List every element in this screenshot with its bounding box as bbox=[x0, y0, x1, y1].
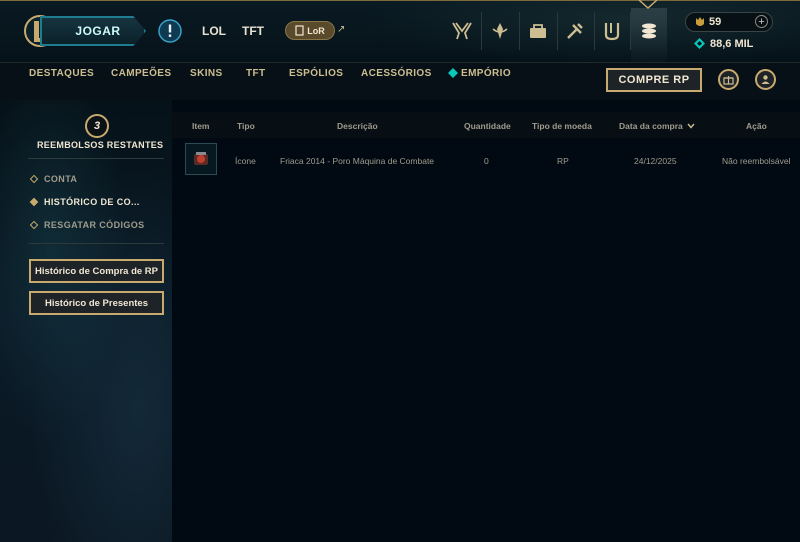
gift-icon bbox=[723, 76, 734, 85]
blue-essence-icon bbox=[694, 38, 705, 49]
diamond-icon bbox=[29, 197, 39, 207]
col-data-compra[interactable]: Data da compra bbox=[619, 121, 695, 131]
col-acao: Ação bbox=[746, 121, 767, 131]
sidebar-item-label: HISTÓRICO DE CO... bbox=[44, 197, 140, 207]
tab-destaques[interactable]: DESTAQUES bbox=[29, 68, 94, 79]
buy-rp-button[interactable]: COMPRE RP bbox=[606, 68, 702, 92]
refund-count: 3 bbox=[85, 114, 109, 138]
emporio-icon bbox=[448, 68, 458, 78]
friend-button[interactable] bbox=[755, 69, 776, 90]
col-quantidade: Quantidade bbox=[464, 121, 511, 131]
tab-skins[interactable]: SKINS bbox=[190, 68, 223, 79]
gift-history-button[interactable]: Histórico de Presentes bbox=[29, 291, 164, 315]
rp-purchase-history-button[interactable]: Histórico de Compra de RP bbox=[29, 259, 164, 283]
diamond-icon bbox=[29, 174, 39, 184]
nav-lol[interactable]: LOL bbox=[202, 24, 226, 38]
collection-icon[interactable] bbox=[520, 13, 556, 49]
profile-icon[interactable] bbox=[594, 13, 630, 49]
sidebar-item-label: CONTA bbox=[44, 174, 78, 184]
cell-moeda: RP bbox=[557, 156, 569, 166]
cell-quantidade: 0 bbox=[484, 156, 489, 166]
blue-essence-balance: 88,6 MIL bbox=[710, 38, 754, 50]
lor-label: LoR bbox=[307, 25, 325, 36]
nav-tft[interactable]: TFT bbox=[242, 24, 264, 38]
sidebar-item-resgatar[interactable]: RESGATAR CÓDIGOS bbox=[29, 220, 145, 230]
clash-icon[interactable] bbox=[444, 13, 480, 49]
gift-button[interactable] bbox=[718, 69, 739, 90]
sidebar bbox=[0, 100, 172, 542]
sidebar-divider bbox=[28, 243, 164, 244]
tab-campeoes[interactable]: CAMPEÕES bbox=[111, 68, 171, 79]
sidebar-item-historico[interactable]: HISTÓRICO DE CO... bbox=[29, 197, 140, 207]
sidebar-divider bbox=[28, 158, 164, 159]
lor-button[interactable]: LoR bbox=[285, 21, 335, 40]
purchase-history-panel bbox=[172, 100, 800, 542]
col-tipo-moeda: Tipo de moeda bbox=[532, 121, 592, 131]
external-link-icon: ↗ bbox=[337, 24, 346, 35]
tab-tft[interactable]: TFT bbox=[246, 68, 266, 79]
tab-acessorios[interactable]: ACESSÓRIOS bbox=[361, 68, 432, 79]
col-item: Item bbox=[192, 121, 210, 131]
add-rp-button[interactable]: + bbox=[755, 15, 768, 28]
col-tipo: Tipo bbox=[237, 121, 255, 131]
cell-data: 24/12/2025 bbox=[634, 156, 677, 166]
poro-icon bbox=[194, 152, 208, 165]
item-thumbnail bbox=[185, 143, 217, 175]
missions-icon[interactable] bbox=[482, 13, 518, 49]
rp-balance: 59 bbox=[709, 16, 722, 28]
loot-icon[interactable] bbox=[557, 13, 593, 49]
sidebar-item-conta[interactable]: CONTA bbox=[29, 174, 78, 184]
diamond-icon bbox=[29, 220, 39, 230]
play-button[interactable]: JOGAR bbox=[40, 16, 146, 46]
active-chevron-icon bbox=[638, 0, 658, 10]
sort-chevron-down-icon bbox=[687, 123, 695, 129]
tab-emporio[interactable]: EMPÓRIO bbox=[461, 68, 511, 79]
col-data-label: Data da compra bbox=[619, 121, 683, 131]
tab-espolios[interactable]: ESPÓLIOS bbox=[289, 68, 343, 79]
user-icon bbox=[761, 75, 770, 84]
sidebar-item-label: RESGATAR CÓDIGOS bbox=[44, 220, 145, 230]
lor-icon bbox=[295, 25, 304, 36]
cell-descricao: Friaca 2014 - Poro Máquina de Combate bbox=[280, 156, 435, 166]
col-descricao: Descrição bbox=[337, 121, 378, 131]
rp-icon bbox=[696, 17, 704, 26]
refund-label: REEMBOLSOS RESTANTES bbox=[37, 140, 164, 150]
cell-tipo: Ícone bbox=[235, 156, 256, 166]
cell-acao: Não reembolsável bbox=[722, 156, 791, 166]
alert-icon[interactable] bbox=[158, 19, 182, 43]
store-icon[interactable] bbox=[631, 13, 667, 49]
